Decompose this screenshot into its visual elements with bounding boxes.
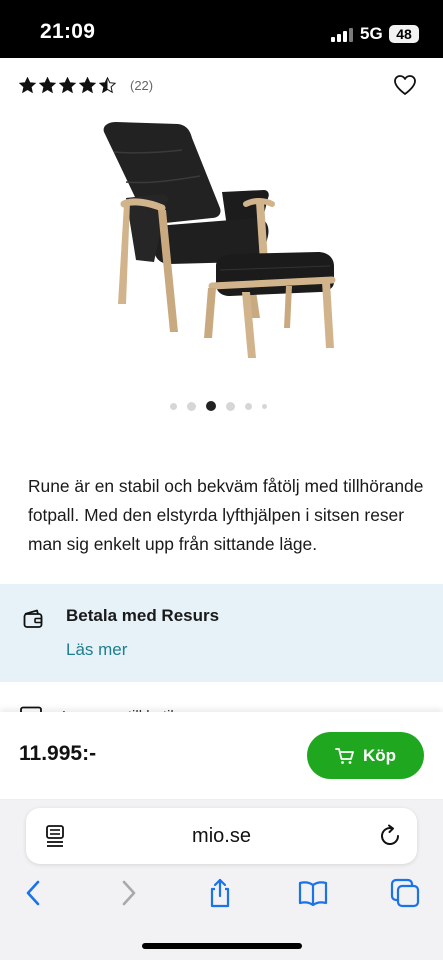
star-icon bbox=[79, 76, 96, 93]
buy-button[interactable]: Köp bbox=[307, 732, 424, 779]
carousel-dot[interactable] bbox=[245, 402, 252, 410]
battery-indicator: 48 bbox=[389, 25, 419, 43]
reload-icon[interactable] bbox=[378, 824, 402, 848]
browser-bar: mio.se bbox=[0, 800, 443, 960]
cart-icon bbox=[335, 747, 354, 764]
rating-stars bbox=[19, 76, 116, 94]
rating-row[interactable]: (22) bbox=[19, 74, 153, 96]
carousel-dot[interactable] bbox=[187, 401, 196, 411]
signal-strength-icon bbox=[331, 28, 357, 42]
carousel-dot[interactable] bbox=[226, 401, 235, 411]
favorite-heart-icon[interactable] bbox=[393, 74, 417, 96]
carousel-dot[interactable] bbox=[170, 402, 177, 410]
payment-title: Betala med Resurs bbox=[66, 606, 220, 625]
review-count: (22) bbox=[130, 77, 154, 93]
read-more-link[interactable]: Läs mer bbox=[66, 640, 127, 660]
back-icon[interactable] bbox=[19, 878, 49, 908]
buy-bar: 11.995:- Köp bbox=[0, 712, 443, 800]
carousel-dot[interactable] bbox=[262, 403, 267, 409]
carousel-dots[interactable] bbox=[170, 401, 267, 411]
product-price: 11.995:- bbox=[19, 742, 97, 765]
payment-panel bbox=[0, 584, 443, 682]
share-icon[interactable] bbox=[205, 878, 235, 908]
bookmarks-icon[interactable] bbox=[298, 878, 328, 908]
forward-icon[interactable] bbox=[113, 878, 143, 908]
url-text: mio.se bbox=[192, 825, 251, 847]
star-icon bbox=[99, 76, 116, 93]
star-icon bbox=[59, 76, 76, 93]
product-image[interactable] bbox=[96, 122, 346, 368]
status-bar: 21:09 5G 48 bbox=[0, 0, 443, 58]
status-time: 21:09 bbox=[40, 20, 96, 43]
buy-button-label: Köp bbox=[362, 745, 397, 765]
star-icon bbox=[19, 76, 36, 93]
wallet-icon bbox=[23, 609, 43, 628]
carousel-dot[interactable] bbox=[206, 401, 216, 411]
address-bar[interactable]: mio.se bbox=[26, 808, 417, 864]
star-icon bbox=[39, 76, 56, 93]
network-type: 5G bbox=[360, 24, 383, 43]
product-description: Rune är en stabil och bekväm fåtölj med … bbox=[28, 476, 424, 554]
tabs-icon[interactable] bbox=[390, 878, 420, 908]
home-indicator bbox=[142, 943, 302, 949]
